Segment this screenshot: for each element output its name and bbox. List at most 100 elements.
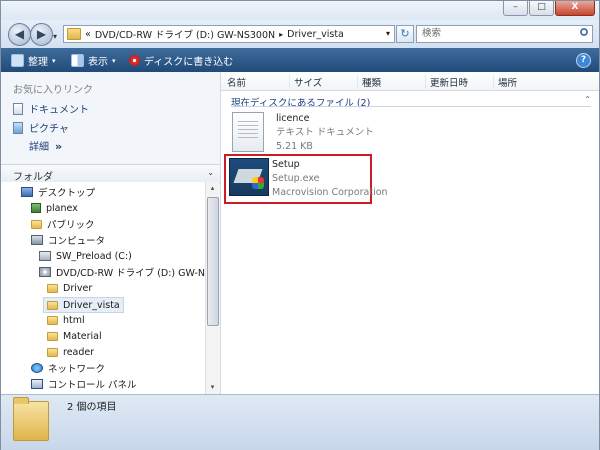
- tree-item-label: html: [63, 314, 85, 326]
- tree-item-desktop[interactable]: デスクトップ: [21, 185, 95, 199]
- tree-item-label: reader: [63, 346, 95, 358]
- text-document-icon: [232, 112, 264, 152]
- tree-item-label: ネットワーク: [48, 364, 106, 375]
- folder-icon: [47, 347, 58, 357]
- scroll-up-icon[interactable]: ▴: [206, 182, 219, 195]
- file-item-setup[interactable]: Setup Setup.exe Macrovision Corporation: [229, 158, 388, 200]
- file-item-licence[interactable]: licence テキスト ドキュメント 5.21 KB: [229, 112, 374, 154]
- tree-item-label: Material: [63, 330, 102, 342]
- tree-item-material[interactable]: Material: [47, 329, 102, 343]
- chevron-up-icon: ⌃: [584, 95, 591, 104]
- column-header-name[interactable]: 名前: [223, 75, 246, 89]
- tree-item-public[interactable]: パブリック: [31, 217, 95, 231]
- scrollbar-thumb[interactable]: [207, 197, 219, 326]
- details-pane: 2 個の項目: [1, 394, 599, 450]
- network-icon: [31, 363, 43, 373]
- folder-icon: [67, 28, 81, 40]
- refresh-button[interactable]: ↻: [396, 25, 414, 43]
- tree-item-label: Driver: [63, 282, 93, 294]
- title-bar: – □ X: [1, 1, 599, 20]
- desktop-icon: [21, 187, 33, 197]
- chevron-down-icon: ⌄: [207, 168, 214, 177]
- folder-tree: デスクトップ planex パブリック コンピュータ SW_Preload (C…: [1, 182, 205, 394]
- file-name: Setup: [272, 159, 300, 170]
- breadcrumb-separator-icon[interactable]: ▸: [279, 30, 283, 39]
- folder-icon: [47, 283, 58, 293]
- more-links[interactable]: 詳細 »: [29, 138, 62, 153]
- file-publisher: Macrovision Corporation: [272, 187, 388, 198]
- navigation-pane: お気に入りリンク ドキュメント ピクチャ 詳細 » フォルダ ⌄ デスクトップ p…: [1, 72, 221, 394]
- pictures-icon: [13, 121, 23, 134]
- column-header-size[interactable]: サイズ: [289, 75, 322, 89]
- file-name: licence: [276, 113, 310, 124]
- dvd-drive-icon: [39, 267, 51, 277]
- group-title: 現在ディスクにあるファイル (2): [231, 98, 371, 109]
- favorite-link-documents[interactable]: ドキュメント: [13, 101, 89, 116]
- tree-item-network[interactable]: ネットワーク: [31, 361, 105, 375]
- address-dropdown-icon[interactable]: ▾: [386, 29, 390, 38]
- tree-item-label: パブリック: [47, 220, 95, 231]
- file-size: 5.21 KB: [276, 141, 313, 152]
- search-placeholder: 検索: [422, 28, 442, 39]
- tree-item-planex[interactable]: planex: [31, 201, 78, 215]
- group-divider: [231, 106, 591, 107]
- tree-item-label: DVD/CD-RW ドライブ (D:) GW-N: [56, 268, 205, 279]
- tree-item-label: コンピュータ: [48, 236, 106, 247]
- organize-icon: [11, 54, 24, 67]
- column-header-location[interactable]: 場所: [493, 75, 517, 89]
- tree-item-html[interactable]: html: [47, 313, 85, 327]
- favorite-link-label: ピクチャ: [29, 124, 69, 135]
- file-type: テキスト ドキュメント: [276, 127, 374, 138]
- tree-item-control-panel[interactable]: コントロール パネル: [31, 377, 137, 391]
- breadcrumb-drive[interactable]: DVD/CD-RW ドライブ (D:) GW-NS300N: [95, 27, 275, 41]
- scroll-down-icon[interactable]: ▾: [206, 381, 219, 394]
- tree-item-dvd-drive[interactable]: DVD/CD-RW ドライブ (D:) GW-N: [39, 265, 205, 279]
- folders-header[interactable]: フォルダ ⌄: [1, 164, 220, 184]
- chevron-down-icon: ▾: [52, 56, 56, 65]
- burn-disc-icon: [129, 55, 140, 66]
- item-count: 2 個の項目: [67, 402, 117, 413]
- favorite-link-pictures[interactable]: ピクチャ: [13, 120, 69, 135]
- tree-item-driver-vista[interactable]: Driver_vista: [43, 297, 124, 313]
- column-headers: 名前 サイズ 種類 更新日時 場所: [221, 72, 599, 91]
- search-icon[interactable]: [580, 28, 588, 36]
- more-label: 詳細: [29, 142, 49, 153]
- back-button[interactable]: ◀: [8, 23, 31, 46]
- double-chevron-icon: »: [55, 140, 63, 153]
- command-bar: 整理 ▾ 表示 ▾ ディスクに書き込む ?: [1, 48, 599, 72]
- close-button[interactable]: X: [555, 1, 595, 16]
- views-button[interactable]: 表示 ▾: [71, 53, 116, 68]
- views-icon: [71, 54, 84, 67]
- help-button[interactable]: ?: [576, 53, 591, 68]
- file-list-pane: 名前 サイズ 種類 更新日時 場所 現在ディスクにあるファイル (2) ⌃ li…: [221, 72, 599, 394]
- file-info: licence テキスト ドキュメント 5.21 KB: [276, 112, 374, 154]
- recent-pages-dropdown[interactable]: ▾: [53, 32, 57, 41]
- tree-item-computer[interactable]: コンピュータ: [31, 233, 105, 247]
- organize-label: 整理: [28, 57, 48, 68]
- tree-item-reader[interactable]: reader: [47, 345, 94, 359]
- tree-item-c-drive[interactable]: SW_Preload (C:): [39, 249, 132, 263]
- chevron-down-icon: ▾: [112, 56, 116, 65]
- minimize-button[interactable]: –: [503, 1, 528, 16]
- column-header-date[interactable]: 更新日時: [425, 75, 468, 89]
- burn-to-disc-button[interactable]: ディスクに書き込む: [129, 53, 233, 68]
- address-bar[interactable]: « DVD/CD-RW ドライブ (D:) GW-NS300N ▸ Driver…: [63, 25, 395, 43]
- tree-item-driver[interactable]: Driver: [47, 281, 92, 295]
- tree-item-label: デスクトップ: [38, 188, 96, 199]
- address-prefix[interactable]: «: [85, 29, 91, 40]
- drive-icon: [39, 251, 51, 261]
- views-label: 表示: [88, 57, 108, 68]
- forward-button[interactable]: ▶: [30, 23, 53, 46]
- column-header-type[interactable]: 種類: [357, 75, 381, 89]
- organize-button[interactable]: 整理 ▾: [11, 53, 56, 68]
- folder-tree-scrollbar[interactable]: ▴ ▾: [205, 182, 219, 394]
- breadcrumb-current-folder[interactable]: Driver_vista: [287, 29, 344, 40]
- setup-installer-icon: [229, 158, 269, 196]
- tree-item-label: Driver_vista: [63, 299, 120, 311]
- documents-icon: [13, 102, 23, 115]
- folder-icon: [47, 331, 58, 341]
- favorite-links-heading: お気に入りリンク: [13, 85, 93, 96]
- control-panel-icon: [31, 379, 43, 389]
- maximize-button[interactable]: □: [529, 1, 554, 16]
- search-input[interactable]: 検索: [416, 25, 593, 43]
